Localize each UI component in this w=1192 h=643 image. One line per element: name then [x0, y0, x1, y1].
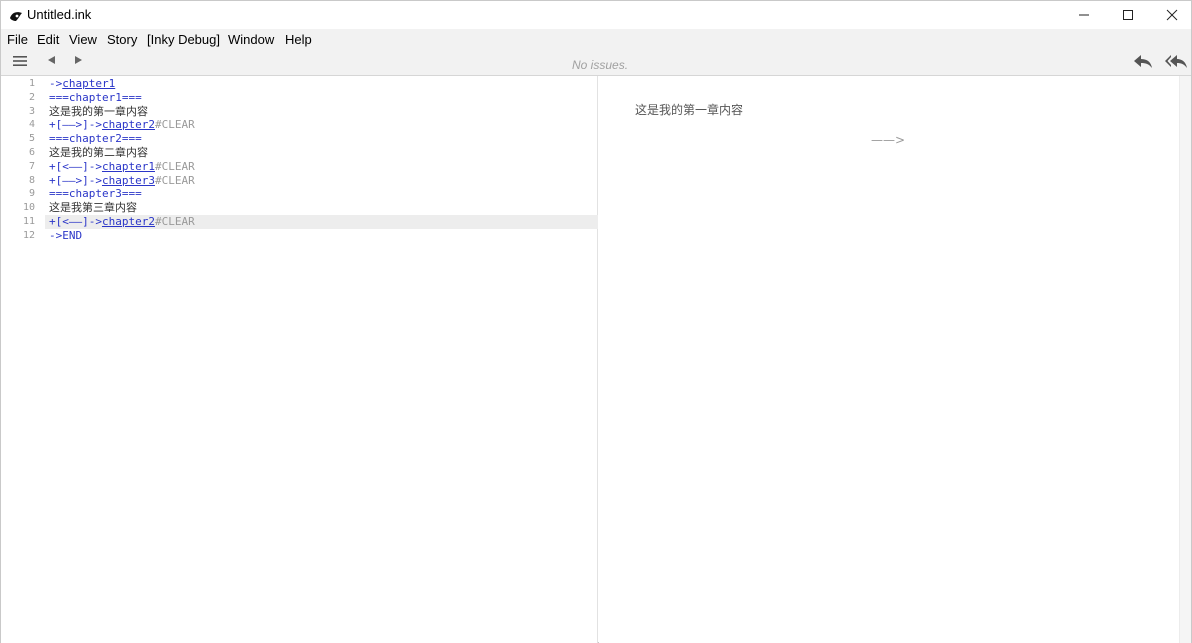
code-token: 这是我第三章内容: [49, 201, 137, 215]
menu-window[interactable]: Window: [228, 32, 274, 47]
line-number: 1: [28, 78, 35, 89]
menu-edit[interactable]: Edit: [37, 32, 59, 47]
code-token: ===chapter3===: [49, 187, 142, 201]
preview-paragraph: 这是我的第一章内容: [635, 103, 744, 117]
tag-text: #CLEAR: [154, 173, 195, 187]
code-token: +[<——]->: [49, 215, 102, 228]
code-line[interactable]: 8 +[——>]->chapter3#CLEAR: [1, 174, 598, 188]
triangle-left-icon[interactable]: [47, 55, 57, 65]
code-token: +[<——]->: [49, 159, 102, 173]
menu-inky-debug[interactable]: [Inky Debug]: [147, 32, 220, 47]
line-number: 9: [28, 188, 35, 200]
knot-link[interactable]: chapter3: [102, 174, 155, 187]
code-content: 这是我第三章内容: [49, 201, 137, 215]
code-line[interactable]: 6 这是我的第二章内容: [1, 146, 598, 160]
line-number: 7: [28, 160, 35, 172]
code-content: ===chapter3===: [49, 187, 142, 201]
code-token: 这是我的第二章内容: [49, 146, 148, 159]
maximize-icon: [1123, 10, 1133, 20]
ink-editor[interactable]: 1 ->chapter1 2 ===chapter1=== 3 这是我的第一章内容 4 +[—…: [1, 76, 598, 643]
hamburger-menu-icon[interactable]: [12, 54, 28, 68]
triangle-right-icon[interactable]: [73, 55, 83, 65]
maximize-button[interactable]: [1105, 1, 1151, 29]
code-content: +[——>]->chapter2#CLEAR: [49, 118, 195, 132]
code-content: +[——>]->chapter3#CLEAR: [49, 174, 195, 188]
code-content: ===chapter1===: [49, 91, 142, 105]
knot-link[interactable]: chapter2: [102, 118, 155, 131]
code-token: ===chapter2===: [49, 132, 142, 146]
menu-view[interactable]: View: [69, 32, 97, 47]
line-number: 2: [28, 91, 35, 103]
code-content: ===chapter2===: [49, 132, 142, 146]
code-line[interactable]: 2 ===chapter1===: [1, 91, 598, 105]
tag-text: #CLEAR: [154, 159, 195, 173]
code-line[interactable]: 11 +[<——]->chapter2#CLEAR: [23, 215, 598, 229]
code-token: ->END: [49, 228, 83, 242]
code-content: ->END: [49, 229, 82, 243]
code-line[interactable]: 10 这是我第三章内容: [1, 201, 598, 215]
code-line[interactable]: 4 +[——>]->chapter2#CLEAR: [1, 118, 598, 132]
app-window: Untitled.ink File Edit View Story [Inky …: [0, 0, 1192, 643]
reply-icon[interactable]: [1133, 53, 1153, 69]
code-content: 这是我的第二章内容: [49, 146, 148, 160]
code-line[interactable]: 7 +[<——]->chapter1#CLEAR: [1, 160, 598, 174]
code-content: +[<——]->chapter2#CLEAR: [49, 215, 195, 229]
code-token: ->: [49, 77, 63, 90]
reply-all-icon[interactable]: [1164, 53, 1188, 69]
line-number: 6: [28, 147, 35, 158]
code-line[interactable]: 3 这是我的第一章内容: [1, 105, 598, 119]
toolbar: No issues.: [1, 50, 1191, 76]
code-line[interactable]: 1 ->chapter1: [1, 77, 598, 91]
menu-file[interactable]: File: [7, 32, 28, 47]
knot-link[interactable]: chapter1: [102, 160, 155, 173]
title-bar: Untitled.ink: [1, 1, 1191, 29]
code-token: ===chapter1===: [49, 90, 142, 104]
story-preview: 这是我的第一章内容 ——>: [599, 76, 1179, 643]
line-number: 4: [28, 119, 35, 131]
menu-help[interactable]: Help: [285, 32, 312, 47]
code-line[interactable]: 9 ===chapter3===: [1, 187, 598, 201]
knot-link[interactable]: chapter2: [102, 215, 155, 228]
code-content: 这是我的第一章内容: [49, 105, 148, 119]
window-title: Untitled.ink: [27, 7, 92, 22]
knot-link[interactable]: chapter1: [62, 77, 115, 90]
minimize-icon: [1079, 14, 1089, 16]
ink-logo-icon: [10, 12, 22, 21]
line-number: 12: [22, 229, 35, 241]
code-token: +[——>]->: [49, 118, 102, 132]
minimize-button[interactable]: [1061, 1, 1107, 29]
line-number: 11: [22, 216, 35, 227]
code-line[interactable]: 5 ===chapter2===: [1, 132, 598, 146]
preview-choice-link[interactable]: ——>: [871, 133, 905, 147]
line-number: 5: [28, 133, 35, 145]
code-token: 这是我的第一章内容: [49, 104, 148, 118]
issues-status: No issues.: [572, 58, 629, 72]
tag-text: #CLEAR: [154, 215, 195, 228]
code-content: +[<——]->chapter1#CLEAR: [49, 160, 195, 174]
code-line[interactable]: 12 ->END: [1, 229, 598, 243]
preview-scrollbar[interactable]: [1179, 76, 1191, 643]
tag-text: #CLEAR: [154, 118, 195, 132]
menu-bar: File Edit View Story [Inky Debug] Window…: [1, 29, 1191, 50]
line-number: 10: [22, 202, 35, 214]
close-icon: [1166, 9, 1178, 21]
menu-story[interactable]: Story: [107, 32, 137, 47]
line-number: 3: [28, 105, 35, 117]
close-button[interactable]: [1149, 1, 1192, 29]
code-content: ->chapter1: [49, 77, 115, 91]
line-number: 8: [28, 174, 35, 186]
code-token: +[——>]->: [49, 173, 102, 187]
